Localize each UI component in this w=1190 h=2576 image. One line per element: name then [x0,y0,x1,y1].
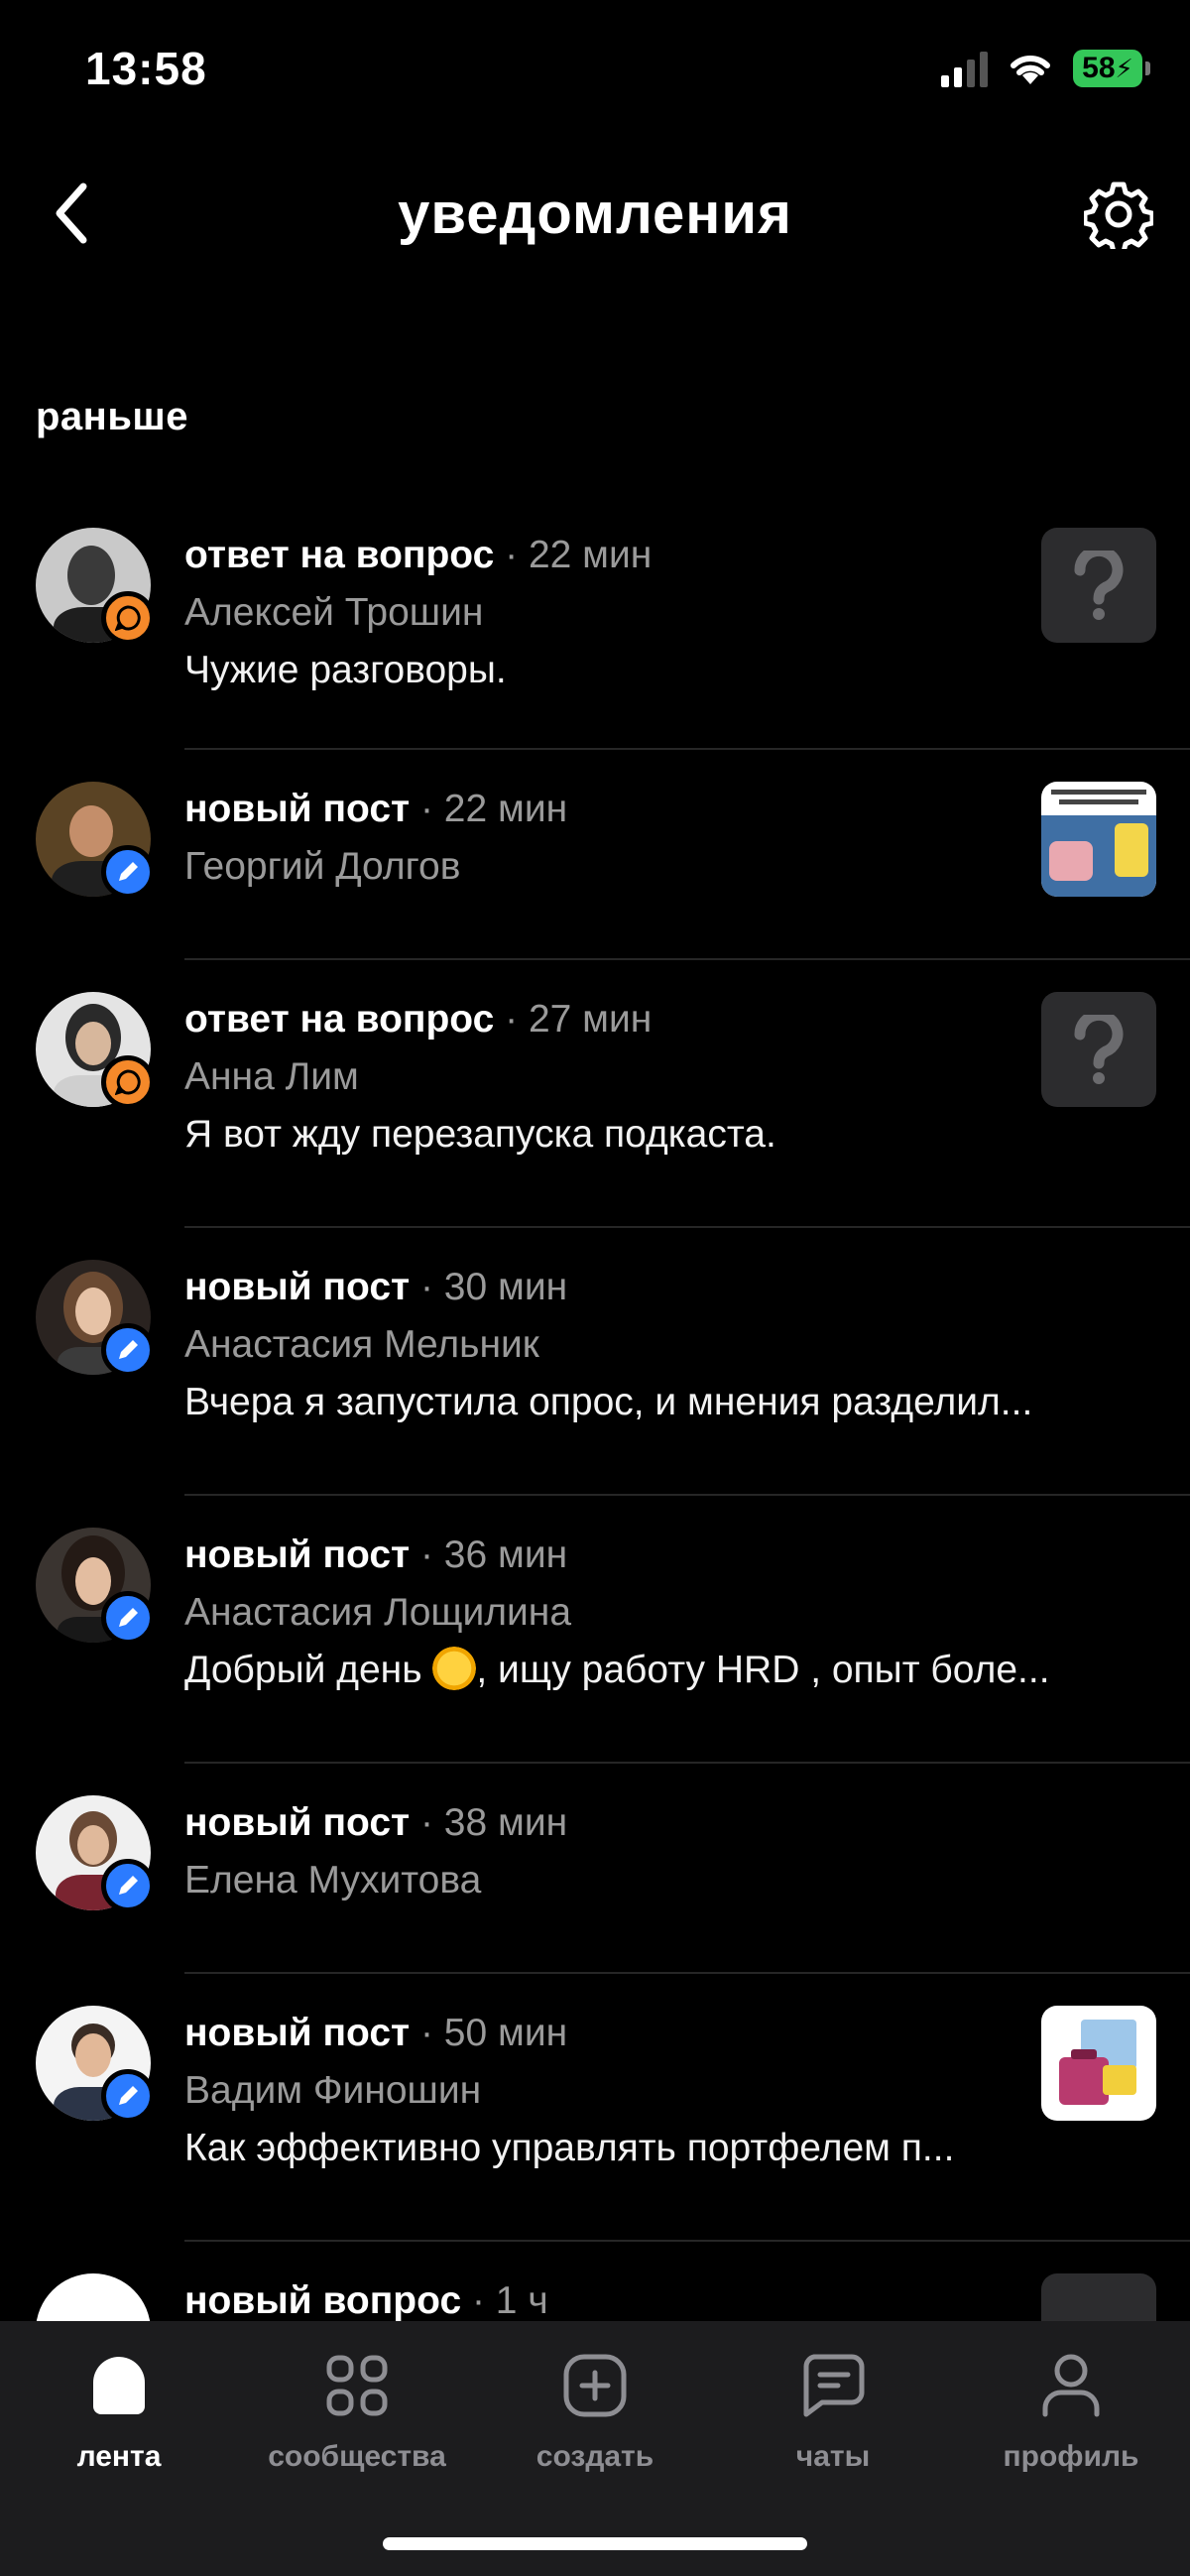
notifications-list: ответ на вопрос · 22 мин Алексей Трошин … [0,496,1190,2321]
tab-chats[interactable]: чаты [714,2341,952,2500]
status-bar: 13:58 58 ⚡ [0,0,1190,139]
notification-type: ответ на вопрос [184,998,495,1041]
notification-time: · 1 ч [471,2279,548,2321]
tab-label: сообщества [268,2440,446,2473]
communities-icon [326,2355,388,2416]
feed-icon [93,2357,145,2414]
notification-text: Добрый день , ищу работу HRD , опыт боле… [184,1647,1050,1691]
notification-author: Анна Лим [184,1055,359,1098]
notification-item[interactable]: новый пост · 50 мин Вадим Финошин Как эф… [0,1974,1190,2242]
notification-item[interactable]: новый пост · 36 мин Анастасия Лощилина Д… [0,1496,1190,1764]
question-mark-icon [1074,551,1124,620]
status-indicators: 58 ⚡ [941,50,1150,87]
notification-type: новый пост [184,1266,411,1308]
tab-profile[interactable]: профиль [952,2341,1190,2500]
tab-communities[interactable]: сообщества [238,2341,476,2500]
question-mark-icon [1074,1015,1124,1084]
notification-author: Георгий Долгов [184,845,461,888]
question-thumbnail [1041,2273,1156,2321]
tab-label: профиль [1003,2440,1139,2473]
post-badge-icon [101,1591,155,1645]
notification-author: Анастасия Мельник [184,1323,539,1366]
notification-time: · 36 мин [419,1533,568,1576]
tab-feed[interactable]: лента [0,2341,238,2500]
notification-author: Алексей Трошин [184,591,484,634]
notification-text: Как эффективно управлять портфелем п... [184,2127,955,2169]
post-badge-icon [101,2069,155,2123]
home-indicator [383,2537,807,2550]
notification-type: новый вопрос [184,2279,462,2321]
notification-text: Я вот жду перезапуска подкаста. [184,1113,776,1156]
tab-label: чаты [795,2440,871,2473]
notification-time: · 22 мин [505,534,653,576]
notification-type: новый пост [184,788,411,830]
notification-text: Чужие разговоры. [184,649,507,691]
tab-create[interactable]: создать [476,2341,714,2500]
post-badge-icon [101,1323,155,1377]
notification-author: Елена Мухитова [184,1859,482,1901]
gear-icon [1084,182,1153,249]
notification-item[interactable]: ответ на вопрос · 22 мин Алексей Трошин … [0,496,1190,750]
post-thumbnail [1041,782,1156,897]
cellular-signal-icon [941,50,988,87]
settings-button[interactable] [1081,177,1156,252]
notification-type: новый пост [184,1801,411,1844]
notification-type: новый пост [184,1533,411,1576]
notification-item[interactable]: новый пост · 22 мин Георгий Долгов [0,750,1190,960]
wifi-icon [1011,55,1050,84]
notification-author: Вадим Финошин [184,2069,482,2112]
post-thumbnail [1041,2006,1156,2121]
notification-type: новый пост [184,2012,411,2054]
notification-item[interactable]: новый вопрос · 1 ч [0,2242,1190,2321]
avatar [36,2273,151,2321]
create-icon [563,2354,627,2417]
page-title: уведомления [398,182,792,246]
notification-time: · 22 мин [419,788,568,830]
chats-icon [803,2354,865,2417]
post-badge-icon [101,845,155,899]
battery-icon: 58 ⚡ [1073,50,1150,87]
sun-emoji-icon [432,1647,477,1690]
notification-time: · 30 мин [419,1266,568,1308]
tab-label: лента [76,2440,162,2473]
notification-item[interactable]: новый пост · 38 мин Елена Мухитова [0,1764,1190,1974]
answer-badge-icon [101,1055,155,1109]
notification-author: Анастасия Лощилина [184,1591,572,1634]
post-badge-icon [101,1859,155,1912]
notification-text: Вчера я запустила опрос, и мнения раздел… [184,1381,1033,1423]
notification-time: · 38 мин [419,1801,568,1844]
battery-level: 58 [1082,52,1116,84]
notification-type: ответ на вопрос [184,534,495,576]
answer-badge-icon [101,591,155,645]
notification-item[interactable]: ответ на вопрос · 27 мин Анна Лим Я вот … [0,960,1190,1228]
notification-time: · 27 мин [505,998,653,1041]
notification-time: · 50 мин [419,2012,568,2054]
tab-label: создать [536,2440,654,2473]
notification-item[interactable]: новый пост · 30 мин Анастасия Мельник Вч… [0,1228,1190,1496]
status-time: 13:58 [85,43,207,94]
section-label: раньше [36,395,189,438]
header: уведомления [0,159,1190,268]
profile-icon [1042,2354,1100,2417]
question-thumbnail [1041,528,1156,643]
question-thumbnail [1041,992,1156,1107]
